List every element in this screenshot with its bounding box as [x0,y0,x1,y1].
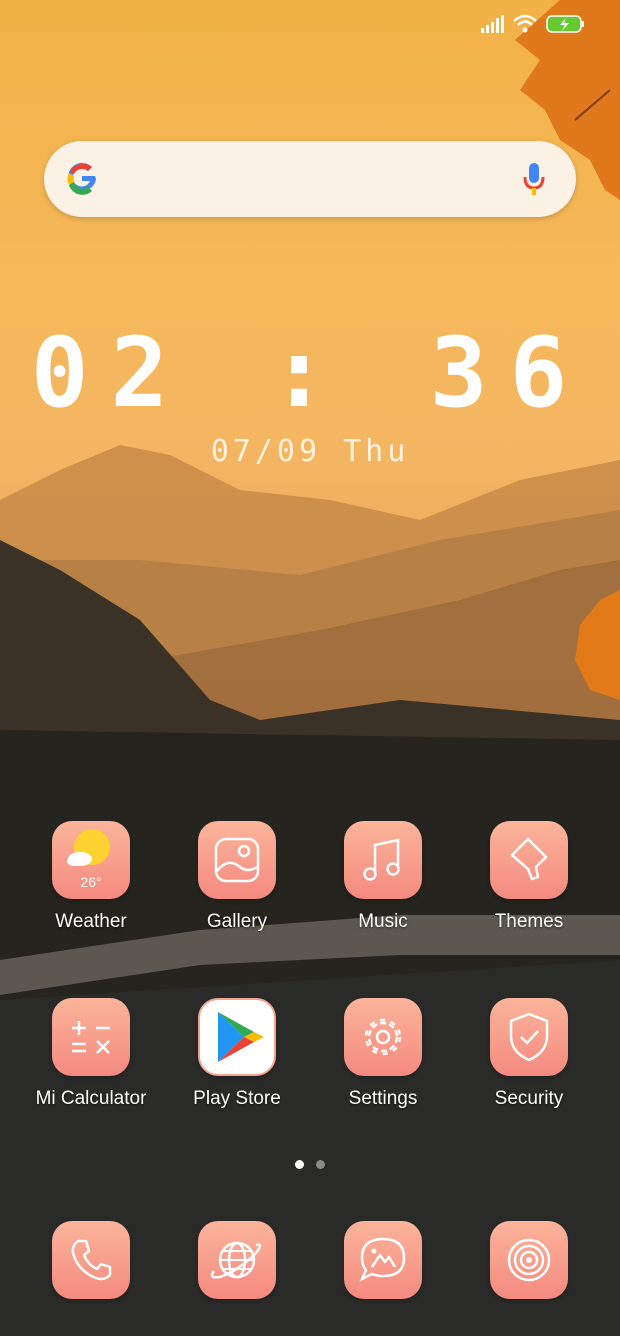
mic-icon[interactable] [522,161,546,197]
app-label: Gallery [206,911,268,932]
security-icon [490,998,568,1076]
app-label: Mi Calculator [35,1088,147,1109]
page-indicator[interactable] [295,1160,325,1169]
app-security[interactable]: Security [456,998,602,1110]
app-mi-calculator[interactable]: Mi Calculator [18,998,164,1110]
gallery-icon [198,821,276,899]
app-settings[interactable]: Settings [310,998,456,1110]
app-label: Play Store [193,1088,281,1109]
dock-phone[interactable] [18,1221,164,1299]
settings-icon [344,998,422,1076]
app-label: Music [358,911,408,932]
app-label: Settings [348,1088,418,1109]
weather-temp: 26° [80,874,102,890]
dock-browser[interactable] [164,1221,310,1299]
status-bar [480,14,586,34]
app-play-store[interactable]: Play Store [164,998,310,1110]
wifi-icon [513,14,537,33]
app-themes[interactable]: Themes [456,821,602,933]
page-dot-active[interactable] [295,1160,304,1169]
google-logo-icon [67,162,96,195]
battery-charging-icon [546,15,584,33]
weather-icon: 26° [52,821,130,899]
google-search-bar[interactable] [44,141,576,217]
app-music[interactable]: Music [310,821,456,933]
music-icon [344,821,422,899]
app-label: Security [494,1088,564,1109]
dock-camera[interactable] [456,1221,602,1299]
messages-icon [344,1221,422,1299]
play-store-icon [198,998,276,1076]
app-weather[interactable]: 26° Weather [18,821,164,933]
dock-messages[interactable] [310,1221,456,1299]
app-label: Weather [55,911,127,932]
app-label: Themes [494,911,564,932]
clock-date: 07/09 Thu [210,434,410,469]
camera-icon [490,1221,568,1299]
browser-icon [198,1221,276,1299]
themes-icon [490,821,568,899]
app-gallery[interactable]: Gallery [164,821,310,933]
home-screen: 02 : 36 07/09 Thu 26° Weather Gallery Mu… [0,0,620,1336]
calculator-icon [52,998,130,1076]
clock-time[interactable]: 02 : 36 [0,318,620,428]
signal-icon [481,15,504,33]
page-dot[interactable] [316,1160,325,1169]
phone-icon [52,1221,130,1299]
